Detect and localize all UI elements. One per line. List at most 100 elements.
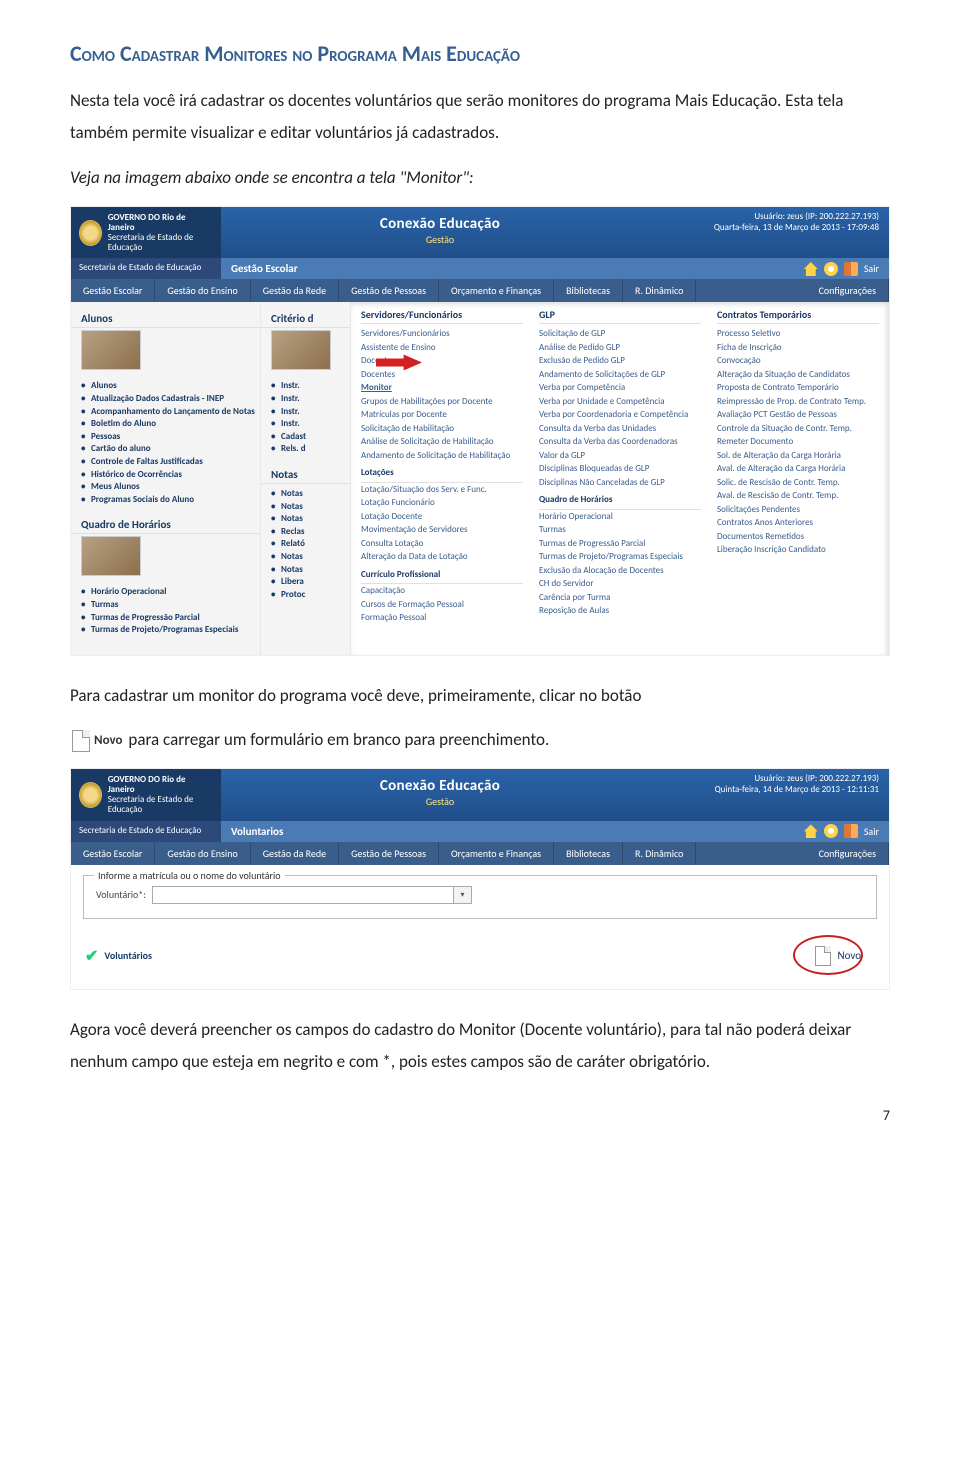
mega-item[interactable]: Lotação Funcionário xyxy=(361,496,523,510)
menu-r-dinamico[interactable]: R. Dinâmico xyxy=(623,279,696,302)
sidebar-item[interactable]: Atualização Dados Cadastrais - INEP xyxy=(91,393,260,406)
mega-item[interactable]: Consulta da Verba das Unidades xyxy=(539,422,701,436)
mega-item[interactable]: Aval. de Rescisão de Contr. Temp. xyxy=(717,489,879,503)
mega-item[interactable]: Contratos Anos Anteriores xyxy=(717,516,879,530)
mega-item[interactable]: Valor da GLP xyxy=(539,449,701,463)
sidebar-item[interactable]: Turmas de Projeto/Programas Especiais xyxy=(91,624,260,637)
menu-configuracoes[interactable]: Configurações xyxy=(807,279,889,302)
sidebar-item[interactable]: Pessoas xyxy=(91,431,260,444)
list-item[interactable]: Protoc xyxy=(281,589,350,602)
mega-item[interactable]: Alteração da Data de Lotação xyxy=(361,550,523,564)
mega-item[interactable]: Matrículas por Docente xyxy=(361,408,523,422)
novo-button[interactable]: Novo xyxy=(807,943,869,969)
mega-item[interactable]: Grupos de Habilitações por Docente xyxy=(361,395,523,409)
home-icon[interactable] xyxy=(804,824,818,838)
mega-item[interactable]: Consulta Lotação xyxy=(361,537,523,551)
sidebar-item[interactable]: Boletim do Aluno xyxy=(91,418,260,431)
voluntario-combobox[interactable]: ▾ xyxy=(152,886,472,904)
menu-gestao-ensino[interactable]: Gestão do Ensino xyxy=(155,279,250,302)
mega-item[interactable]: Horário Operacional xyxy=(539,510,701,524)
mega-item[interactable]: Avaliação PCT Gestão de Pessoas xyxy=(717,408,879,422)
mega-item[interactable]: Movimentação de Servidores xyxy=(361,523,523,537)
mega-item[interactable]: Lotação Docente xyxy=(361,510,523,524)
mega-item[interactable]: Convocação xyxy=(717,354,879,368)
sidebar-item[interactable]: Meus Alunos xyxy=(91,481,260,494)
mega-item-monitor[interactable]: Monitor xyxy=(361,381,523,395)
mega-item[interactable]: Remeter Documento xyxy=(717,435,879,449)
sidebar-item[interactable]: Histórico de Ocorrências xyxy=(91,469,260,482)
mega-item[interactable]: Documentos Remetidos xyxy=(717,530,879,544)
mega-item[interactable]: Assistente de Ensino xyxy=(361,341,523,355)
list-item[interactable]: Instr. xyxy=(281,393,350,406)
mega-item[interactable]: Solicitação de GLP xyxy=(539,327,701,341)
mega-item[interactable]: Disciplinas Bloqueadas de GLP xyxy=(539,462,701,476)
mega-item[interactable]: Verba por Coordenadoria e Competência xyxy=(539,408,701,422)
mega-item[interactable]: Sol. de Alteração da Carga Horária xyxy=(717,449,879,463)
sair-link[interactable]: Sair xyxy=(864,262,879,275)
sidebar-item[interactable]: Alunos xyxy=(91,380,260,393)
list-item[interactable]: Reclas xyxy=(281,526,350,539)
menu-gestao-rede[interactable]: Gestão da Rede xyxy=(251,842,339,865)
menu-gestao-escolar[interactable]: Gestão Escolar xyxy=(71,279,155,302)
mega-item[interactable]: Disciplinas Não Canceladas de GLP xyxy=(539,476,701,490)
menu-r-dinamico[interactable]: R. Dinâmico xyxy=(623,842,696,865)
mega-item[interactable]: Reposição de Aulas xyxy=(539,604,701,618)
mega-item[interactable]: Verba por Unidade e Competência xyxy=(539,395,701,409)
mega-item[interactable]: Solic. de Rescisão de Contr. Temp. xyxy=(717,476,879,490)
mega-item[interactable]: Andamento de Solicitações de GLP xyxy=(539,368,701,382)
exit-icon[interactable] xyxy=(844,824,858,838)
mega-item[interactable]: Formação Pessoal xyxy=(361,611,523,625)
mega-item[interactable]: Exclusão da Alocação de Docentes xyxy=(539,564,701,578)
mega-item[interactable]: Cursos de Formação Pessoal xyxy=(361,598,523,612)
menu-bibliotecas[interactable]: Bibliotecas xyxy=(554,279,623,302)
list-item[interactable]: Instr. xyxy=(281,380,350,393)
menu-gestao-ensino[interactable]: Gestão do Ensino xyxy=(155,842,250,865)
mega-item[interactable]: Verba por Competência xyxy=(539,381,701,395)
sidebar-item[interactable]: Programas Sociais do Aluno xyxy=(91,494,260,507)
mega-item[interactable]: Docentes xyxy=(361,368,523,382)
mega-item[interactable]: Consulta da Verba das Coordenadoras xyxy=(539,435,701,449)
mega-item[interactable]: Carência por Turma xyxy=(539,591,701,605)
menu-configuracoes[interactable]: Configurações xyxy=(807,842,889,865)
mega-item[interactable]: Turmas de Progressão Parcial xyxy=(539,537,701,551)
mega-item[interactable]: Capacitação xyxy=(361,584,523,598)
mega-item[interactable]: Turmas de Projeto/Programas Especiais xyxy=(539,550,701,564)
mega-item[interactable]: Turmas xyxy=(539,523,701,537)
home-icon[interactable] xyxy=(804,262,818,276)
list-item[interactable]: Notas xyxy=(281,551,350,564)
mega-item[interactable]: Aval. de Alteração da Carga Horária xyxy=(717,462,879,476)
mega-item[interactable]: Reimpressão de Prop. de Contrato Temp. xyxy=(717,395,879,409)
mega-item[interactable]: Análise de Solicitação de Habilitação xyxy=(361,435,523,449)
list-item[interactable]: Cadast xyxy=(281,431,350,444)
menu-gestao-rede[interactable]: Gestão da Rede xyxy=(251,279,339,302)
list-item[interactable]: Instr. xyxy=(281,406,350,419)
mega-item[interactable]: Lotação/Situação dos Serv. e Func. xyxy=(361,483,523,497)
sidebar-item[interactable]: Controle de Faltas Justificadas xyxy=(91,456,260,469)
sidebar-item[interactable]: Acompanhamento do Lançamento de Notas xyxy=(91,406,260,419)
mega-item[interactable]: Servidores/Funcionários xyxy=(361,327,523,341)
mega-item[interactable]: Controle da Situação de Contr. Temp. xyxy=(717,422,879,436)
mega-item[interactable]: Proposta de Contrato Temporário xyxy=(717,381,879,395)
mega-item[interactable]: Liberação Inscrição Candidato xyxy=(717,543,879,557)
mega-item[interactable]: Processo Seletivo xyxy=(717,327,879,341)
list-item[interactable]: Rels. d xyxy=(281,443,350,456)
list-item[interactable]: Libera xyxy=(281,576,350,589)
gear-icon[interactable] xyxy=(824,262,838,276)
mega-item[interactable]: Solicitação de Habilitação xyxy=(361,422,523,436)
exit-icon[interactable] xyxy=(844,262,858,276)
sair-link[interactable]: Sair xyxy=(864,825,879,838)
list-item[interactable]: Notas xyxy=(281,513,350,526)
chevron-down-icon[interactable]: ▾ xyxy=(453,887,471,903)
menu-orcamento[interactable]: Orçamento e Finanças xyxy=(439,279,554,302)
mega-item[interactable]: Andamento de Solicitação de Habilitação xyxy=(361,449,523,463)
menu-gestao-escolar[interactable]: Gestão Escolar xyxy=(71,842,155,865)
menu-bibliotecas[interactable]: Bibliotecas xyxy=(554,842,623,865)
list-item[interactable]: Notas xyxy=(281,488,350,501)
menu-gestao-pessoas[interactable]: Gestão de Pessoas xyxy=(339,279,439,302)
list-item[interactable]: Relató xyxy=(281,538,350,551)
list-item[interactable]: Instr. xyxy=(281,418,350,431)
mega-item[interactable]: Alteração da Situação de Candidatos xyxy=(717,368,879,382)
mega-item[interactable]: Ficha de Inscrição xyxy=(717,341,879,355)
gear-icon[interactable] xyxy=(824,824,838,838)
menu-gestao-pessoas[interactable]: Gestão de Pessoas xyxy=(339,842,439,865)
